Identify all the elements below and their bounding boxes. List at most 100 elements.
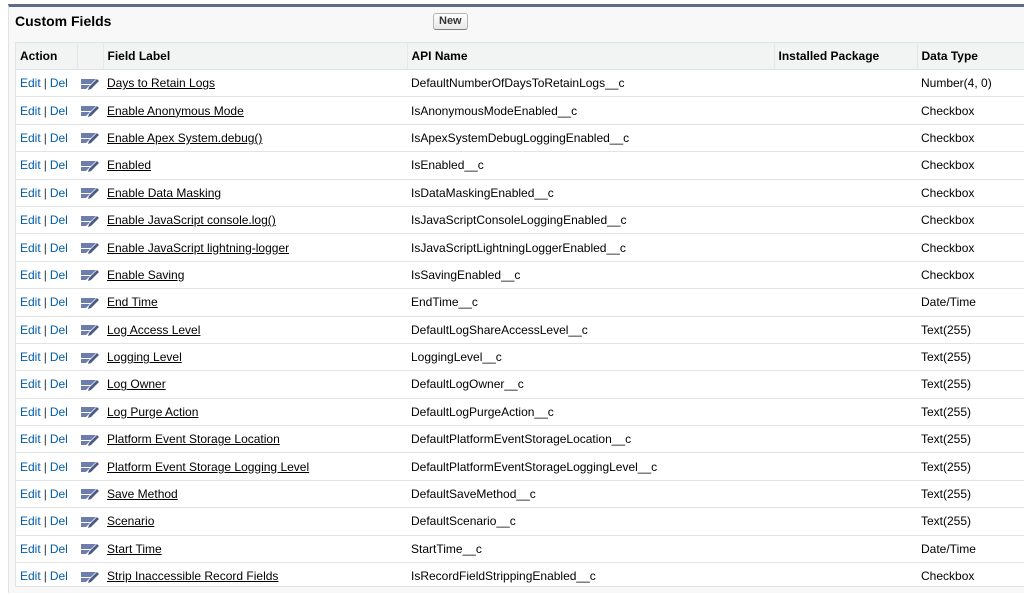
edit-link[interactable]: Edit: [20, 514, 41, 528]
column-header-data-type[interactable]: Data Type: [917, 43, 1024, 70]
edit-link[interactable]: Edit: [20, 158, 41, 172]
custom-field-icon[interactable]: [81, 159, 99, 173]
action-separator: |: [43, 185, 47, 200]
icon-cell: [77, 563, 103, 590]
custom-field-icon[interactable]: [81, 241, 99, 255]
field-label-link[interactable]: Enable Apex System.debug(): [107, 131, 262, 145]
data-type-cell: Date/Time: [917, 535, 1024, 564]
api-name-cell: DefaultPlatformEventStorageLoggingLevel_…: [407, 452, 774, 481]
edit-link[interactable]: Edit: [20, 323, 41, 337]
field-label-link[interactable]: Days to Retain Logs: [107, 76, 215, 90]
edit-link[interactable]: Edit: [20, 104, 41, 118]
edit-link[interactable]: Edit: [20, 131, 41, 145]
custom-field-icon[interactable]: [81, 104, 99, 118]
field-label-link[interactable]: Enable JavaScript console.log(): [107, 213, 276, 227]
field-label-link[interactable]: Start Time: [107, 542, 162, 556]
field-label-link[interactable]: Platform Event Storage Location: [107, 432, 280, 446]
custom-field-icon[interactable]: [81, 405, 99, 419]
delete-link[interactable]: Del: [50, 514, 68, 528]
edit-link[interactable]: Edit: [20, 295, 41, 309]
custom-field-icon[interactable]: [81, 515, 99, 529]
field-label-link[interactable]: Enabled: [107, 158, 151, 172]
custom-field-icon[interactable]: [81, 351, 99, 365]
action-separator: |: [43, 103, 47, 118]
field-label-link[interactable]: Log Purge Action: [107, 405, 198, 419]
delete-link[interactable]: Del: [50, 76, 68, 90]
custom-field-icon[interactable]: [81, 214, 99, 228]
field-label-link[interactable]: Enable Data Masking: [107, 186, 221, 200]
table-row: Edit | Del Logging Level LoggingLevel__c T…: [16, 343, 1024, 372]
delete-link[interactable]: Del: [50, 542, 68, 556]
edit-link[interactable]: Edit: [20, 377, 41, 391]
field-label-link[interactable]: Enable Anonymous Mode: [107, 104, 244, 118]
field-label-link[interactable]: Strip Inaccessible Record Fields: [107, 569, 278, 583]
icon-cell: [77, 233, 103, 262]
edit-link[interactable]: Edit: [20, 76, 41, 90]
edit-link[interactable]: Edit: [20, 542, 41, 556]
table-row: Edit | Del Enable Data Masking IsDataMaski…: [16, 179, 1024, 207]
edit-link[interactable]: Edit: [20, 487, 41, 501]
field-label-link[interactable]: Log Owner: [107, 377, 166, 391]
edit-link[interactable]: Edit: [20, 569, 41, 583]
icon-cell: [77, 535, 103, 564]
icon-cell: [77, 261, 103, 290]
custom-field-icon[interactable]: [81, 542, 99, 556]
edit-link[interactable]: Edit: [20, 268, 41, 282]
edit-link[interactable]: Edit: [20, 350, 41, 364]
field-label-link[interactable]: Scenario: [107, 514, 154, 528]
field-label-link[interactable]: Logging Level: [107, 350, 182, 364]
custom-field-icon[interactable]: [81, 433, 99, 447]
custom-field-icon[interactable]: [81, 268, 99, 282]
delete-link[interactable]: Del: [50, 131, 68, 145]
new-field-button[interactable]: New: [433, 13, 468, 30]
field-label-link[interactable]: Save Method: [107, 487, 178, 501]
custom-field-icon[interactable]: [81, 378, 99, 392]
column-header-field-label[interactable]: Field Label: [103, 43, 408, 70]
delete-link[interactable]: Del: [50, 295, 68, 309]
delete-link[interactable]: Del: [50, 241, 68, 255]
table-row: Edit | Del Enable JavaScript console.log()…: [16, 206, 1024, 235]
custom-field-icon[interactable]: [81, 186, 99, 200]
field-label-link[interactable]: End Time: [107, 295, 158, 309]
delete-link[interactable]: Del: [50, 405, 68, 419]
field-label-link[interactable]: Enable Saving: [107, 268, 184, 282]
edit-link[interactable]: Edit: [20, 405, 41, 419]
custom-field-icon[interactable]: [81, 296, 99, 310]
custom-field-icon[interactable]: [81, 570, 99, 584]
edit-link[interactable]: Edit: [20, 241, 41, 255]
delete-link[interactable]: Del: [50, 323, 68, 337]
delete-link[interactable]: Del: [50, 432, 68, 446]
delete-link[interactable]: Del: [50, 569, 68, 583]
delete-link[interactable]: Del: [50, 104, 68, 118]
custom-field-icon[interactable]: [81, 487, 99, 501]
api-name-cell: DefaultNumberOfDaysToRetainLogs__c: [407, 69, 774, 98]
edit-link[interactable]: Edit: [20, 213, 41, 227]
table-row: Edit | Del Enable Apex System.debug() IsAp…: [16, 124, 1024, 153]
custom-field-icon[interactable]: [81, 323, 99, 337]
delete-link[interactable]: Del: [50, 268, 68, 282]
delete-link[interactable]: Del: [50, 158, 68, 172]
edit-link[interactable]: Edit: [20, 432, 41, 446]
delete-link[interactable]: Del: [50, 186, 68, 200]
delete-link[interactable]: Del: [50, 460, 68, 474]
table-row: Edit | Del Strip Inaccessible Record Field…: [16, 563, 1024, 590]
edit-link[interactable]: Edit: [20, 460, 41, 474]
field-label-link[interactable]: Log Access Level: [107, 323, 200, 337]
delete-link[interactable]: Del: [50, 377, 68, 391]
delete-link[interactable]: Del: [50, 487, 68, 501]
data-type-cell: Text(255): [917, 343, 1024, 372]
icon-cell: [77, 452, 103, 481]
custom-field-icon[interactable]: [81, 460, 99, 474]
action-cell: Edit | Del: [16, 398, 77, 427]
edit-link[interactable]: Edit: [20, 186, 41, 200]
installed-package-cell: [774, 69, 917, 98]
column-header-api-name[interactable]: API Name: [407, 43, 775, 70]
delete-link[interactable]: Del: [50, 350, 68, 364]
field-label-link[interactable]: Platform Event Storage Logging Level: [107, 460, 309, 474]
column-header-installed-package[interactable]: Installed Package: [774, 43, 918, 70]
field-label-link[interactable]: Enable JavaScript lightning-logger: [107, 241, 289, 255]
api-name-cell: DefaultSaveMethod__c: [407, 480, 774, 509]
custom-field-icon[interactable]: [81, 131, 99, 145]
custom-field-icon[interactable]: [81, 77, 99, 91]
delete-link[interactable]: Del: [50, 213, 68, 227]
